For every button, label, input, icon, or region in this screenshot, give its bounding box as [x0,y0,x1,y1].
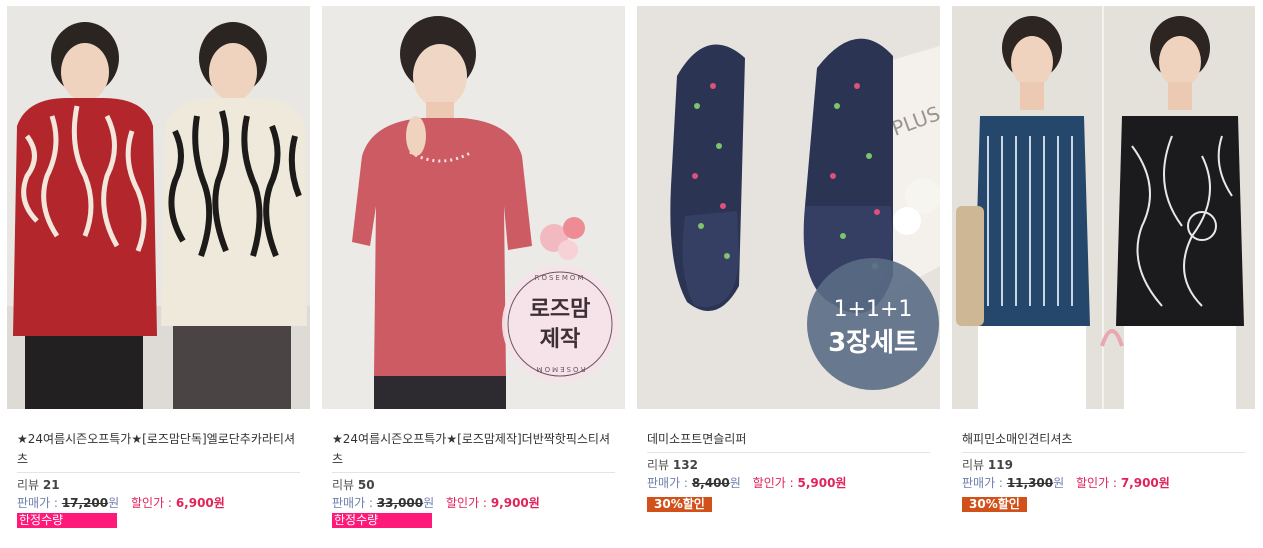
product-image[interactable] [7,6,310,409]
sale-price: 5,900원 [797,476,847,490]
set-badge-line-2: 3장세트 [828,328,918,358]
sale-label: 할인가 : [752,476,794,490]
currency-unit: 원 [108,496,120,510]
product-card[interactable]: ★24여름시즌오프특가★[로즈맘단독]엘로단추카라티셔츠 리뷰 21 판매가 :… [7,6,310,528]
product-card[interactable]: PLUS 1+1+1 3장세트 데미소프트면슬리퍼 리뷰 132 판매가: 8… [637,6,940,512]
sale-price: 7,900원 [1120,476,1170,490]
price-label: 판매가 : [647,476,688,490]
original-price: 17,200 [61,496,109,510]
limited-quantity-badge: 한정수량 [332,513,432,528]
product-name[interactable]: ★24여름시즌오프특가★[로즈맘제작]더반짝핫픽스티셔츠 [332,429,615,473]
product-card[interactable]: 해피민소매인견티셔츠 리뷰 119 판매가 : 11,300원 할인가 : 7,… [952,6,1255,512]
currency-unit: 원 [423,496,435,510]
product-name[interactable]: ★24여름시즌오프특가★[로즈맘단독]엘로단추카라티셔츠 [17,429,300,473]
price-row: 판매가 : 33,000원 할인가 : 9,900원 [332,494,615,513]
original-price: 33,000 [376,496,424,510]
price-label: 판매가 : [17,496,58,510]
price-label: 판매가 : [332,496,373,510]
badge-line-2: 제작 [540,327,580,352]
review-count: 리뷰 21 [17,478,60,492]
price-label: 판매가 : [962,476,1003,490]
product-card[interactable]: ROSEMOM 로즈맘 제작 ROSEMOM ★24여름시즌오프특가★[로즈맘제… [322,6,625,528]
price-row: 판매가 : 17,200원 할인가 : 6,900원 [17,494,300,513]
review-count: 리뷰 132 [647,458,698,472]
discount-badge: 30%할인 [962,497,1027,512]
sale-label: 할인가 : [131,496,172,510]
sale-price: 9,900원 [490,496,540,510]
original-price: 8,400 [691,476,730,490]
price-row: 판매가 : 8,400원 할인가 : 5,900원 [647,474,930,493]
original-price: 11,300 [1006,476,1054,490]
currency-unit: 원 [729,476,741,490]
review-count: 리뷰 119 [962,458,1013,472]
limited-quantity-badge: 한정수량 [17,513,117,528]
review-count: 리뷰 50 [332,478,375,492]
sale-price: 6,900원 [175,496,225,510]
price-row: 판매가 : 11,300원 할인가 : 7,900원 [962,474,1245,493]
product-name[interactable]: 데미소프트면슬리퍼 [647,429,930,453]
currency-unit: 원 [1053,476,1065,490]
badge-ring-top: ROSEMOM [535,274,586,282]
product-name[interactable]: 해피민소매인견티셔츠 [962,429,1245,453]
product-image[interactable]: ROSEMOM 로즈맘 제작 ROSEMOM [322,6,625,409]
product-image[interactable]: PLUS 1+1+1 3장세트 [637,6,940,409]
discount-badge: 30%할인 [647,497,712,512]
product-grid: ★24여름시즌오프특가★[로즈맘단독]엘로단추카라티셔츠 리뷰 21 판매가 :… [0,0,1263,548]
sale-label: 할인가 : [1076,476,1117,490]
badge-line-1: 로즈맘 [530,297,591,322]
badge-ring-bottom: ROSEMOM [535,365,586,373]
set-badge-line-1: 1+1+1 [834,297,913,322]
sale-label: 할인가 : [446,496,487,510]
product-image[interactable] [952,6,1255,409]
